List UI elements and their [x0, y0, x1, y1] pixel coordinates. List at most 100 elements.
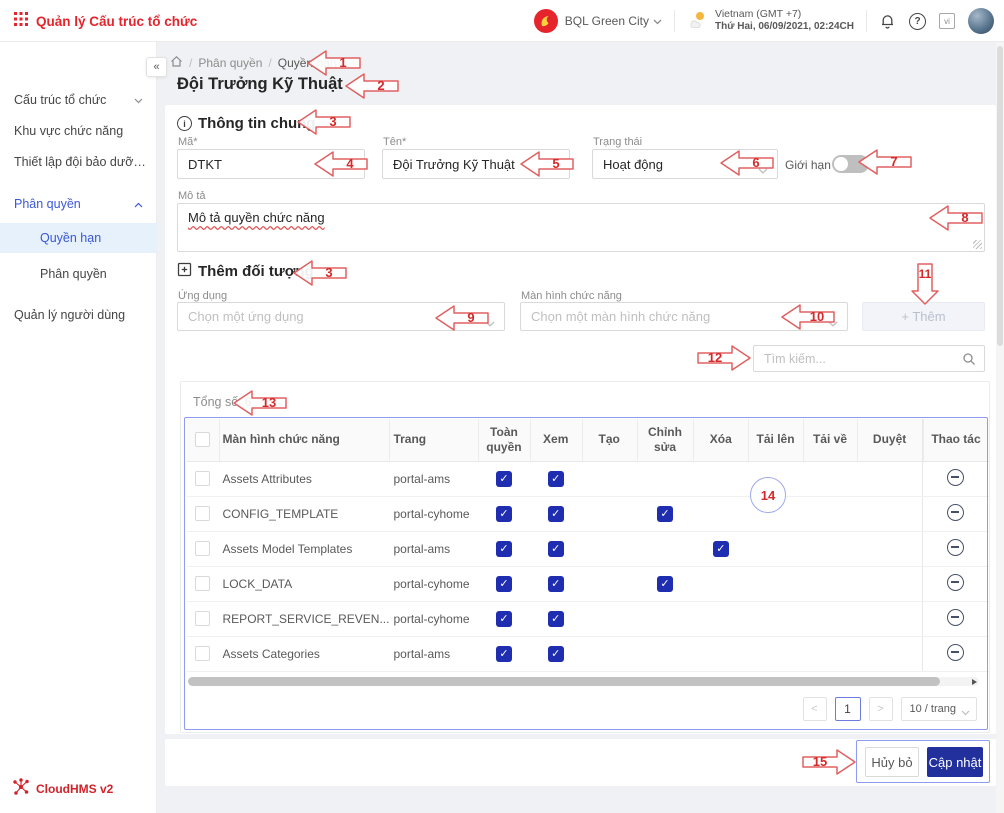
row-checkbox[interactable]: [195, 541, 210, 556]
perm-checkbox-full[interactable]: [496, 506, 512, 522]
perm-checkbox-view[interactable]: [548, 576, 564, 592]
cell-perm-edit: [637, 636, 694, 671]
remove-row-icon[interactable]: [947, 469, 964, 486]
remove-row-icon[interactable]: [947, 539, 964, 556]
perm-checkbox-full[interactable]: [496, 646, 512, 662]
perm-checkbox-delete[interactable]: [713, 541, 729, 557]
screen-label: Màn hình chức năng: [521, 290, 622, 302]
sidebar-item-cau-truc-to-chuc[interactable]: Cấu trúc tổ chức: [0, 85, 157, 115]
cell-actions: [922, 601, 989, 636]
select-all-checkbox[interactable]: [195, 432, 210, 447]
add-button[interactable]: + Thêm: [862, 302, 985, 331]
app-title: Quản lý Cấu trúc tổ chức: [36, 14, 197, 29]
page-size-select[interactable]: 10 / trang: [901, 697, 977, 721]
code-input[interactable]: [177, 149, 365, 179]
brand-label: CloudHMS v2: [36, 782, 113, 796]
status-select[interactable]: Hoạt động: [592, 149, 778, 179]
cell-perm-view: [530, 636, 582, 671]
cell-perm-full: [478, 601, 530, 636]
current-page-button[interactable]: 1: [835, 697, 861, 721]
sidebar-item-phan-quyen-group[interactable]: Phân quyền: [0, 189, 157, 219]
cell-perm-edit: [637, 496, 694, 531]
row-select-cell: [187, 636, 219, 671]
scrollbar-right-arrow-icon[interactable]: [972, 679, 977, 685]
sidebar-item-quyen-han[interactable]: Quyền hạn: [0, 223, 157, 253]
chevron-up-icon: [134, 197, 143, 211]
column-header-select: [187, 419, 219, 461]
home-icon[interactable]: [170, 55, 183, 71]
screen-select-placeholder: Chọn một màn hình chức năng: [531, 309, 710, 324]
column-header-actions: Thao tác: [922, 419, 989, 461]
total-count: Tổng số:6: [193, 395, 252, 409]
row-checkbox[interactable]: [195, 576, 210, 591]
row-checkbox[interactable]: [195, 646, 210, 661]
cell-perm-create: [582, 461, 637, 496]
resize-handle-icon[interactable]: [973, 240, 982, 249]
row-checkbox[interactable]: [195, 471, 210, 486]
sidebar-item-quan-ly-nguoi-dung[interactable]: Quản lý người dùng: [0, 300, 157, 330]
sidebar-item-khu-vuc-chuc-nang[interactable]: Khu vực chức năng: [0, 116, 157, 146]
perm-checkbox-view[interactable]: [548, 471, 564, 487]
perm-checkbox-full[interactable]: [496, 471, 512, 487]
sidebar-item-label: Phân quyền: [14, 197, 81, 211]
search-icon[interactable]: [962, 352, 976, 371]
perm-checkbox-full[interactable]: [496, 541, 512, 557]
chevron-down-icon: [485, 315, 495, 330]
org-selector[interactable]: BQL Green City: [565, 14, 649, 28]
notifications-bell-icon[interactable]: [879, 12, 896, 30]
cell-perm-download: [803, 496, 857, 531]
help-icon[interactable]: ?: [909, 13, 926, 30]
cell-perm-delete: [693, 566, 748, 601]
sidebar-item-thiet-lap-doi-bao-duong[interactable]: Thiết lập đội bảo dưỡng khu ...: [0, 147, 157, 177]
submit-button[interactable]: Cập nhật: [927, 747, 983, 777]
table-head-row: Màn hình chức năngTrangToàn quyềnXemTạoC…: [187, 419, 989, 461]
cell-page: portal-ams: [389, 636, 478, 671]
prev-page-button[interactable]: <: [803, 697, 827, 721]
remove-row-icon[interactable]: [947, 574, 964, 591]
breadcrumb-phan-quyen[interactable]: Phân quyền: [198, 56, 262, 70]
cell-perm-delete: [693, 531, 748, 566]
scrollbar-thumb[interactable]: [188, 677, 940, 686]
sidebar-collapse-button[interactable]: «: [146, 57, 167, 77]
description-label: Mô tả: [178, 190, 206, 202]
cell-screen-name: REPORT_SERVICE_REVEN...: [219, 601, 390, 636]
perm-checkbox-full[interactable]: [496, 611, 512, 627]
screen-select[interactable]: Chọn một màn hình chức năng: [520, 302, 848, 331]
perm-checkbox-edit[interactable]: [657, 576, 673, 592]
language-badge[interactable]: vi: [939, 13, 955, 29]
perm-checkbox-view[interactable]: [548, 646, 564, 662]
row-checkbox[interactable]: [195, 611, 210, 626]
perm-checkbox-full[interactable]: [496, 576, 512, 592]
description-textarea[interactable]: Mô tả quyền chức năng: [177, 203, 985, 252]
top-header: Quản lý Cấu trúc tổ chức BQL Green City …: [0, 0, 1004, 42]
divider: [866, 10, 867, 32]
page-scrollbar-thumb[interactable]: [997, 46, 1003, 346]
cell-screen-name: CONFIG_TEMPLATE: [219, 496, 390, 531]
perm-checkbox-view[interactable]: [548, 541, 564, 557]
remove-row-icon[interactable]: [947, 609, 964, 626]
cell-perm-edit: [637, 461, 694, 496]
perm-checkbox-edit[interactable]: [657, 506, 673, 522]
cell-perm-full: [478, 566, 530, 601]
search-input[interactable]: [754, 346, 984, 371]
row-checkbox[interactable]: [195, 506, 210, 521]
page-scrollbar[interactable]: [996, 42, 1004, 813]
horizontal-scrollbar[interactable]: [188, 677, 979, 686]
app-launcher-icon[interactable]: [14, 12, 28, 31]
remove-row-icon[interactable]: [947, 504, 964, 521]
next-page-button[interactable]: >: [869, 697, 893, 721]
status-select-value: Hoạt động: [603, 157, 663, 172]
cell-perm-approve: [857, 461, 922, 496]
perm-checkbox-view[interactable]: [548, 506, 564, 522]
name-input[interactable]: [382, 149, 570, 179]
cancel-button[interactable]: Hủy bỏ: [865, 747, 919, 777]
remove-row-icon[interactable]: [947, 644, 964, 661]
sidebar-item-phan-quyen[interactable]: Phân quyền: [0, 259, 157, 289]
cell-perm-download: [803, 461, 857, 496]
user-avatar[interactable]: [968, 8, 994, 34]
perm-checkbox-view[interactable]: [548, 611, 564, 627]
application-select[interactable]: Chọn một ứng dụng: [177, 302, 505, 331]
limit-toggle[interactable]: [832, 155, 869, 173]
column-header-approve: Duyệt: [857, 419, 922, 461]
row-select-cell: [187, 496, 219, 531]
